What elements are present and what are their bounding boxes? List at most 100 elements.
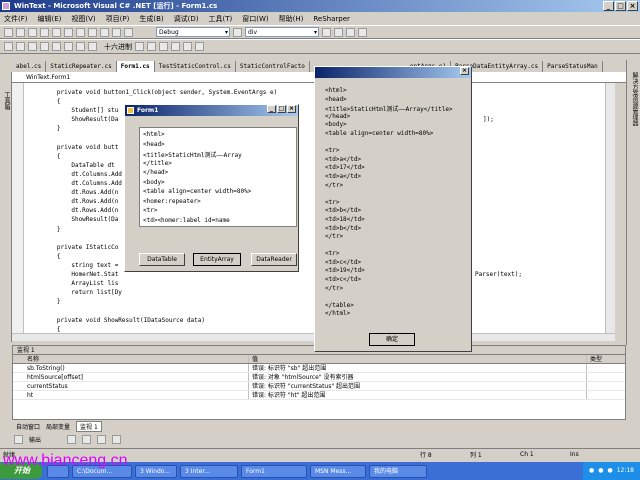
watch-row[interactable]: ht 错误: 标识符 "ht" 超出范围 <box>13 391 625 400</box>
ok-button[interactable]: 确定 <box>369 333 415 346</box>
code-line[interactable]: private void ShowResult(IDataSource data… <box>28 317 205 324</box>
tab-parsestatusman[interactable]: ParseStatusMan <box>543 61 603 72</box>
code-line[interactable]: DataTable dt <box>28 162 114 169</box>
output-tool-icon[interactable] <box>112 434 122 444</box>
menu-edit[interactable]: 编辑(E) <box>38 14 62 24</box>
output-tool-icon[interactable] <box>82 434 92 444</box>
form1-titlebar[interactable]: Form1 _ □ × <box>125 105 298 116</box>
close-button[interactable]: × <box>627 1 638 11</box>
form1-minimize-button[interactable]: _ <box>267 105 276 113</box>
code-line[interactable]: private void button1_Click(object sender… <box>28 89 277 96</box>
open-file-icon[interactable] <box>28 27 37 37</box>
solution-explorer-icon[interactable] <box>334 27 343 37</box>
toolbox-strip[interactable]: 工具箱 <box>0 72 12 342</box>
watch-col-name[interactable]: 名称 <box>13 355 249 363</box>
menu-tools[interactable]: 工具(T) <box>208 14 232 24</box>
tab-staticrepeater[interactable]: StaticRepeater.cs <box>46 61 117 72</box>
code-line[interactable]: } <box>28 226 61 233</box>
task-my-computer[interactable]: 我的电脑 <box>369 464 427 478</box>
task-form1[interactable]: Form1 <box>241 464 307 478</box>
uncomment-icon[interactable] <box>195 42 204 51</box>
paste-icon[interactable] <box>88 27 97 37</box>
watch-col-value[interactable]: 值 <box>249 355 587 363</box>
tray-icon[interactable]: ● <box>607 462 612 480</box>
form1-html-textbox[interactable]: <html> <head> <title>StaticHtml测试——Array… <box>139 127 297 227</box>
code-line[interactable]: dt.Rows.Add(n <box>28 198 118 205</box>
message-box-close-button[interactable]: × <box>460 67 469 75</box>
code-line-fragment[interactable]: Parser(text); <box>475 271 522 278</box>
code-line[interactable]: private IStaticCo <box>28 244 118 251</box>
code-line[interactable]: { <box>28 326 61 333</box>
tab-label-cs[interactable]: abel.cs <box>12 61 47 72</box>
form1-maximize-button[interactable]: □ <box>277 105 286 113</box>
find-icon[interactable] <box>233 27 242 37</box>
code-line[interactable]: dt.Rows.Add(n <box>28 207 118 214</box>
code-line[interactable]: { <box>28 98 61 105</box>
properties-icon[interactable] <box>346 27 355 37</box>
task-windows[interactable]: 3 Windo... <box>135 464 177 478</box>
tab-staticcontrolfactory[interactable]: StaticControlFacto <box>235 61 310 72</box>
outdent-icon[interactable] <box>171 42 180 51</box>
tab-watch1[interactable]: 监视 1 <box>76 421 102 432</box>
output-tool-icon[interactable] <box>67 434 77 444</box>
restart-icon[interactable] <box>40 42 49 51</box>
tab-locals[interactable]: 局部变量 <box>46 422 70 431</box>
watch-row[interactable]: sb.ToString() 错误: 标识符 "sb" 超出范围 <box>13 364 625 373</box>
datatable-button[interactable]: DataTable <box>139 253 185 266</box>
datareader-button[interactable]: DataReader <box>251 253 297 266</box>
solution-explorer-strip[interactable]: 解决方案资源管理器 <box>626 60 640 345</box>
copy-icon[interactable] <box>76 27 85 37</box>
save-all-icon[interactable] <box>52 27 61 37</box>
tab-autos[interactable]: 自动窗口 <box>16 422 40 431</box>
tray-icon[interactable]: ● <box>598 462 603 480</box>
find-in-files-icon[interactable] <box>322 27 331 37</box>
entityarray-button[interactable]: EntityArray <box>193 253 241 266</box>
watch-row[interactable]: htmlSource[offset] 错误: 对象 "htmlSource" 没… <box>13 373 625 382</box>
tab-teststaticcontrol[interactable]: TestStaticControl.cs <box>154 61 236 72</box>
task-msn[interactable]: MSN Mess... <box>310 464 366 478</box>
code-line[interactable]: ShowResult(Da <box>28 216 118 223</box>
indent-icon[interactable] <box>159 42 168 51</box>
editor-vertical-scrollbar[interactable] <box>605 83 615 341</box>
show-next-statement-icon[interactable] <box>52 42 61 51</box>
undo-icon[interactable] <box>100 27 109 37</box>
code-line[interactable]: HomerNet.Stat <box>28 271 118 278</box>
bookmark-icon[interactable] <box>147 42 156 51</box>
tab-form1[interactable]: Form1.cs <box>116 61 155 72</box>
save-icon[interactable] <box>40 27 49 37</box>
maximize-button[interactable]: □ <box>615 1 626 11</box>
code-line-fragment[interactable]: ]); <box>483 116 494 123</box>
add-item-icon[interactable] <box>16 27 25 37</box>
output-tool-icon[interactable] <box>97 434 107 444</box>
cut-icon[interactable] <box>64 27 73 37</box>
tray-icon[interactable]: ● <box>589 462 594 480</box>
toolbox-icon[interactable] <box>358 27 367 37</box>
break-all-icon[interactable] <box>16 42 25 51</box>
menu-debug[interactable]: 调试(D) <box>174 14 199 24</box>
form1-close-button[interactable]: × <box>287 105 296 113</box>
minimize-button[interactable]: _ <box>603 1 614 11</box>
step-over-icon[interactable] <box>76 42 85 51</box>
comment-icon[interactable] <box>183 42 192 51</box>
code-line[interactable]: return list[Dy <box>28 289 122 296</box>
new-project-icon[interactable] <box>4 27 13 37</box>
task-internet[interactable]: 3 Inter... <box>180 464 238 478</box>
code-line[interactable]: { <box>28 253 61 260</box>
code-line[interactable]: { <box>28 153 61 160</box>
find-combo[interactable]: div <box>245 27 319 37</box>
menu-help[interactable]: 帮助(H) <box>279 14 304 24</box>
breakpoints-icon[interactable] <box>135 42 144 51</box>
step-out-icon[interactable] <box>88 42 97 51</box>
menu-file[interactable]: 文件(F) <box>4 14 28 24</box>
code-line[interactable]: ArrayList lis <box>28 280 118 287</box>
code-line[interactable]: string text = <box>28 262 118 269</box>
code-line[interactable]: ShowResult(Da <box>28 116 118 123</box>
watch-row[interactable]: currentStatus 错误: 标识符 "currentStatus" 超出… <box>13 382 625 391</box>
stop-debugging-icon[interactable] <box>28 42 37 51</box>
code-line[interactable]: dt.Rows.Add(n <box>28 189 118 196</box>
code-line[interactable]: dt.Columns.Add <box>28 180 122 187</box>
menu-build[interactable]: 生成(B) <box>139 14 163 24</box>
code-line[interactable]: private void butt <box>28 144 118 151</box>
redo-icon[interactable] <box>112 27 121 37</box>
menu-resharper[interactable]: ReSharper <box>313 15 350 23</box>
